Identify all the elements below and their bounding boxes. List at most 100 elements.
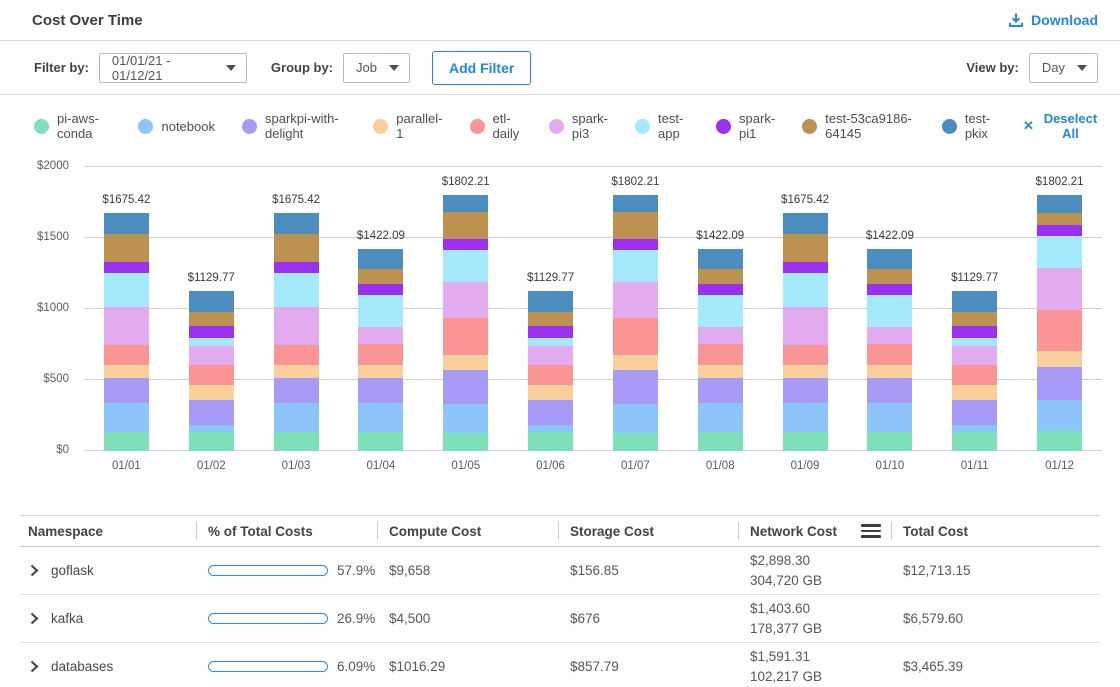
bar-segment-test-pkix[interactable] bbox=[952, 291, 997, 312]
bar-segment-notebook[interactable] bbox=[189, 425, 234, 432]
bar-segment-test-53ca9186-64145[interactable] bbox=[443, 212, 488, 239]
bar-segment-etl-daily[interactable] bbox=[783, 345, 828, 365]
bar-segment-pi-aws-conda[interactable] bbox=[104, 432, 149, 451]
bar-segment-parallel-1[interactable] bbox=[528, 385, 573, 400]
bar-segment-pi-aws-conda[interactable] bbox=[867, 432, 912, 451]
bar-segment-sparkpi-with-delight[interactable] bbox=[613, 370, 658, 405]
table-row[interactable]: kafka26.9%$4,500$676$1,403.60178,377 GB$… bbox=[20, 595, 1100, 643]
stacked-bar[interactable] bbox=[613, 195, 658, 451]
bar-segment-sparkpi-with-delight[interactable] bbox=[189, 400, 234, 425]
legend-item-spark-pi3[interactable]: spark-pi3 bbox=[549, 111, 608, 141]
bar-segment-test-53ca9186-64145[interactable] bbox=[867, 269, 912, 284]
bar-segment-notebook[interactable] bbox=[613, 404, 658, 432]
bar-segment-notebook[interactable] bbox=[443, 404, 488, 432]
namespace-cell[interactable]: databases bbox=[20, 659, 196, 674]
bar-segment-spark-pi3[interactable] bbox=[189, 346, 234, 365]
bar-segment-notebook[interactable] bbox=[952, 425, 997, 432]
bar-segment-test-app[interactable] bbox=[952, 338, 997, 347]
bar-segment-notebook[interactable] bbox=[1037, 400, 1082, 432]
bar-segment-spark-pi1[interactable] bbox=[443, 239, 488, 251]
bar-segment-test-53ca9186-64145[interactable] bbox=[783, 234, 828, 262]
legend-item-test-pkix[interactable]: test-pkix bbox=[942, 111, 997, 141]
date-range-dropdown[interactable]: 01/01/21 - 01/12/21 bbox=[99, 53, 247, 83]
bar-segment-spark-pi3[interactable] bbox=[1037, 268, 1082, 309]
bar-segment-spark-pi3[interactable] bbox=[358, 327, 403, 344]
legend-item-test-app[interactable]: test-app bbox=[635, 111, 689, 141]
bar-segment-pi-aws-conda[interactable] bbox=[613, 433, 658, 451]
table-row[interactable]: goflask57.9%$9,658$156.85$2,898.30304,72… bbox=[20, 547, 1100, 595]
bar-segment-parallel-1[interactable] bbox=[189, 385, 234, 400]
bar-segment-spark-pi1[interactable] bbox=[528, 326, 573, 337]
bar-segment-parallel-1[interactable] bbox=[783, 365, 828, 378]
bar-segment-pi-aws-conda[interactable] bbox=[952, 432, 997, 451]
bar-segment-spark-pi1[interactable] bbox=[1037, 225, 1082, 236]
bar-segment-etl-daily[interactable] bbox=[528, 365, 573, 385]
bar-segment-pi-aws-conda[interactable] bbox=[698, 432, 743, 451]
bar-segment-pi-aws-conda[interactable] bbox=[1037, 431, 1082, 451]
bar-segment-test-pkix[interactable] bbox=[613, 195, 658, 212]
bar-segment-parallel-1[interactable] bbox=[698, 365, 743, 378]
bar-segment-test-app[interactable] bbox=[528, 338, 573, 347]
bar-segment-parallel-1[interactable] bbox=[443, 355, 488, 370]
legend-item-pi-aws-conda[interactable]: pi-aws-conda bbox=[34, 111, 111, 141]
bar-segment-test-53ca9186-64145[interactable] bbox=[1037, 213, 1082, 225]
namespace-cell[interactable]: kafka bbox=[20, 611, 196, 626]
bar-segment-pi-aws-conda[interactable] bbox=[358, 432, 403, 451]
bar-segment-test-pkix[interactable] bbox=[274, 213, 319, 234]
bar-segment-parallel-1[interactable] bbox=[952, 385, 997, 400]
bar-segment-sparkpi-with-delight[interactable] bbox=[528, 400, 573, 425]
legend-item-etl-daily[interactable]: etl-daily bbox=[470, 111, 522, 141]
bar-segment-sparkpi-with-delight[interactable] bbox=[443, 370, 488, 405]
bar-segment-test-pkix[interactable] bbox=[104, 213, 149, 234]
bar-segment-spark-pi3[interactable] bbox=[528, 346, 573, 365]
stacked-bar[interactable] bbox=[358, 249, 403, 451]
bar-segment-notebook[interactable] bbox=[528, 425, 573, 432]
bar-segment-test-pkix[interactable] bbox=[1037, 195, 1082, 213]
bar-segment-test-53ca9186-64145[interactable] bbox=[358, 269, 403, 284]
legend-item-sparkpi-with-delight[interactable]: sparkpi-with-delight bbox=[242, 111, 346, 141]
bar-segment-spark-pi1[interactable] bbox=[867, 284, 912, 295]
bar-segment-parallel-1[interactable] bbox=[867, 365, 912, 378]
bar-segment-etl-daily[interactable] bbox=[358, 344, 403, 365]
bar-segment-test-pkix[interactable] bbox=[698, 249, 743, 269]
bar-segment-spark-pi3[interactable] bbox=[104, 307, 149, 345]
bar-segment-sparkpi-with-delight[interactable] bbox=[358, 378, 403, 403]
bar-segment-test-app[interactable] bbox=[274, 273, 319, 308]
bar-segment-etl-daily[interactable] bbox=[613, 318, 658, 354]
bar-segment-pi-aws-conda[interactable] bbox=[274, 432, 319, 451]
bar-segment-test-app[interactable] bbox=[189, 338, 234, 347]
bar-segment-test-pkix[interactable] bbox=[189, 291, 234, 312]
bar-segment-spark-pi1[interactable] bbox=[698, 284, 743, 295]
bar-segment-test-app[interactable] bbox=[443, 250, 488, 282]
bar-segment-etl-daily[interactable] bbox=[274, 345, 319, 365]
bar-segment-spark-pi1[interactable] bbox=[952, 326, 997, 337]
bar-segment-spark-pi3[interactable] bbox=[698, 327, 743, 344]
bar-segment-pi-aws-conda[interactable] bbox=[528, 432, 573, 451]
legend-item-test-53ca9186-64145[interactable]: test-53ca9186-64145 bbox=[802, 111, 915, 141]
bar-segment-etl-daily[interactable] bbox=[443, 318, 488, 354]
bar-segment-test-pkix[interactable] bbox=[358, 249, 403, 269]
stacked-bar[interactable] bbox=[443, 195, 488, 451]
bar-segment-parallel-1[interactable] bbox=[274, 365, 319, 378]
bar-segment-pi-aws-conda[interactable] bbox=[783, 432, 828, 451]
expand-chevron-icon[interactable] bbox=[30, 564, 39, 577]
bar-segment-test-53ca9186-64145[interactable] bbox=[613, 212, 658, 239]
bar-segment-spark-pi3[interactable] bbox=[274, 307, 319, 345]
bar-segment-test-app[interactable] bbox=[104, 273, 149, 308]
bar-segment-pi-aws-conda[interactable] bbox=[443, 433, 488, 451]
bar-segment-sparkpi-with-delight[interactable] bbox=[274, 378, 319, 403]
bar-segment-sparkpi-with-delight[interactable] bbox=[783, 378, 828, 403]
group-by-dropdown[interactable]: Job bbox=[343, 53, 410, 83]
bar-segment-notebook[interactable] bbox=[358, 403, 403, 432]
bar-segment-spark-pi1[interactable] bbox=[613, 239, 658, 251]
bar-segment-etl-daily[interactable] bbox=[104, 345, 149, 365]
bar-segment-sparkpi-with-delight[interactable] bbox=[867, 378, 912, 403]
bar-segment-test-app[interactable] bbox=[613, 250, 658, 282]
stacked-bar[interactable] bbox=[867, 249, 912, 451]
bar-segment-notebook[interactable] bbox=[274, 403, 319, 432]
bar-segment-parallel-1[interactable] bbox=[104, 365, 149, 378]
stacked-bar[interactable] bbox=[274, 213, 319, 451]
bar-segment-spark-pi1[interactable] bbox=[104, 262, 149, 273]
bar-segment-sparkpi-with-delight[interactable] bbox=[1037, 367, 1082, 400]
column-settings-icon[interactable] bbox=[861, 524, 881, 538]
